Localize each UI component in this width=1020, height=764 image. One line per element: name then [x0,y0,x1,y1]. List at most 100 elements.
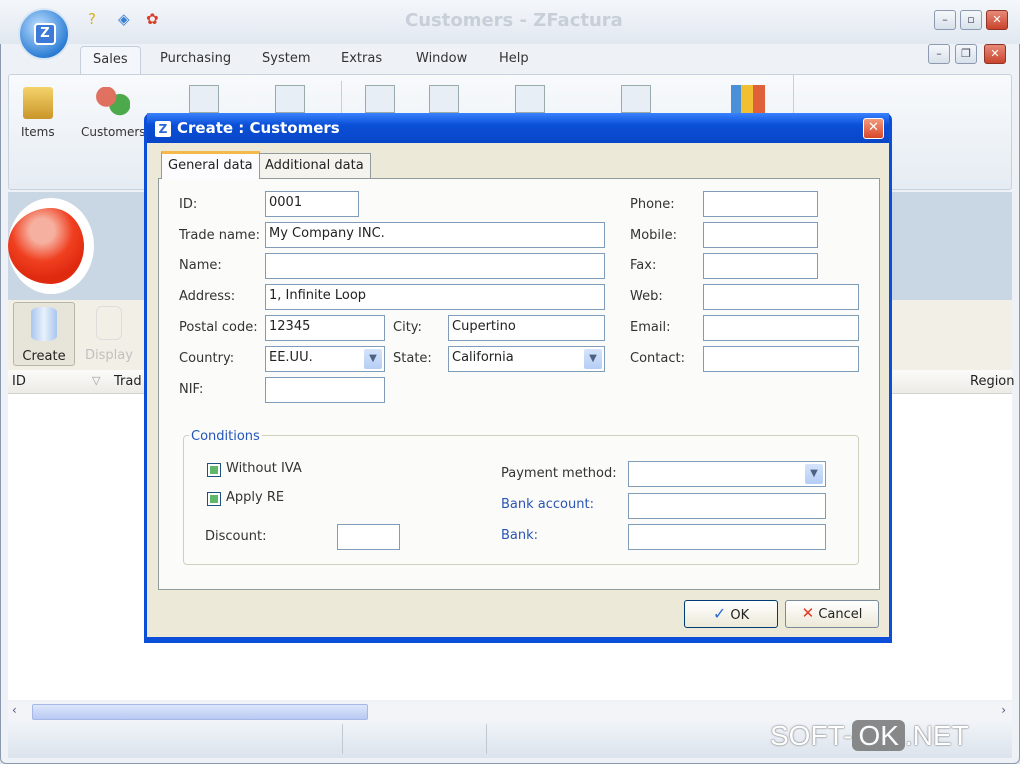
trade-name-label: Trade name: [179,228,260,243]
payment-method-label: Payment method: [501,466,617,481]
dialog-title-bar: Z Create : Customers [147,113,889,143]
help-icon[interactable]: ? [88,10,96,28]
city-input[interactable]: Cupertino [448,315,605,341]
city-label: City: [393,320,422,335]
postal-code-input[interactable]: 12345 [265,315,385,341]
column-trade-name[interactable]: Trad [114,374,142,389]
postal-code-label: Postal code: [179,320,258,335]
tab-purchasing[interactable]: Purchasing [160,46,231,74]
app-title: Customers - ZFactura [405,10,623,31]
name-label: Name: [179,258,222,273]
status-divider [486,724,487,754]
app-minimize-button[interactable]: – [934,10,956,30]
id-input[interactable]: 0001 [265,191,359,217]
document-users-icon[interactable] [429,85,459,113]
tab-extras[interactable]: Extras [341,46,382,74]
column-region[interactable]: Region [970,374,1015,389]
fax-input[interactable] [703,253,818,279]
child-minimize-button[interactable]: – [928,44,950,64]
document-icon[interactable] [365,85,395,113]
apply-re-checkbox[interactable] [207,492,221,506]
tab-help[interactable]: Help [499,46,529,74]
status-divider [342,724,343,754]
award-icon[interactable]: ✿ [146,10,159,28]
tab-window[interactable]: Window [416,46,467,74]
x-icon: ✕ [801,604,815,622]
box-icon [22,87,53,119]
state-select[interactable]: California ▼ [448,346,605,372]
sort-icon[interactable]: ▽ [92,374,100,387]
mobile-input[interactable] [703,222,818,248]
nif-label: NIF: [179,382,204,397]
app-maximize-button[interactable]: ▫ [960,10,982,30]
fax-label: Fax: [630,258,657,273]
display-icon [96,306,122,340]
chevron-down-icon[interactable]: ▼ [364,349,382,369]
bank-account-input[interactable] [628,493,826,519]
dialog-logo: Z [155,121,171,137]
web-input[interactable] [703,284,859,310]
chevron-down-icon[interactable]: ▼ [805,464,823,484]
scrollbar-thumb[interactable] [32,704,368,720]
cart-edit-icon[interactable] [515,85,545,113]
trade-name-input[interactable]: My Company INC. [265,222,605,248]
tab-system[interactable]: System [262,46,310,74]
address-input[interactable]: 1, Infinite Loop [265,284,605,310]
contact-input[interactable] [703,346,859,372]
name-input[interactable] [265,253,605,279]
phone-input[interactable] [703,191,818,217]
contact-label: Contact: [630,351,685,366]
chart-icon[interactable] [731,85,765,113]
apply-re-label: Apply RE [226,490,285,505]
country-select[interactable]: EE.UU. ▼ [265,346,385,372]
create-label: Create [22,349,66,364]
dialog-close-button[interactable]: ✕ [863,118,884,139]
email-input[interactable] [703,315,859,341]
edit-document-icon[interactable] [189,85,219,113]
watermark: SOFT- OK .NET [770,720,969,751]
add-database-icon [31,307,57,341]
address-label: Address: [179,289,236,304]
bank-label: Bank: [501,528,539,543]
ribbon-items-button[interactable]: Items [21,87,55,139]
scroll-left-icon[interactable]: ‹ [12,703,17,717]
app-logo: Z [34,23,56,45]
child-restore-button[interactable]: ❐ [955,44,977,64]
create-customer-dialog: Z Create : Customers ✕ General data Addit… [144,113,892,643]
without-iva-checkbox[interactable] [207,463,221,477]
app-close-button[interactable]: ✕ [986,10,1008,30]
general-data-page: ID: 0001 Trade name: My Company INC. Nam… [158,178,880,590]
ribbon-items-label: Items [21,125,55,139]
state-label: State: [393,351,432,366]
column-id[interactable]: ID [12,374,26,389]
payment-method-select[interactable]: ▼ [628,461,826,487]
add-table-icon[interactable] [275,85,305,113]
red-orb-graphic [8,198,94,294]
customers-icon [96,87,131,119]
discount-label: Discount: [205,529,267,544]
ribbon-customers-label: Customers [81,125,146,139]
create-button[interactable]: Create [13,302,75,366]
nif-input[interactable] [265,377,385,403]
navigate-icon[interactable]: ◈ [118,10,130,28]
ribbon-customers-button[interactable]: Customers [81,87,146,139]
bank-input[interactable] [628,524,826,550]
tab-general-data[interactable]: General data [161,151,260,179]
country-label: Country: [179,351,235,366]
conditions-title: Conditions [189,429,262,444]
cart-add-remove-icon[interactable] [621,85,651,113]
tab-additional-data[interactable]: Additional data [258,153,371,178]
tab-sales[interactable]: Sales [80,46,141,74]
check-icon: ✓ [712,604,727,623]
cancel-button[interactable]: ✕ Cancel [785,600,879,628]
discount-input[interactable] [337,524,400,550]
chevron-down-icon[interactable]: ▼ [584,349,602,369]
mobile-label: Mobile: [630,228,678,243]
display-button[interactable]: Display [84,306,134,363]
scroll-right-icon[interactable]: › [1001,703,1006,717]
app-menu-button[interactable]: Z [18,8,70,60]
ok-button[interactable]: ✓ OK [684,600,778,628]
phone-label: Phone: [630,197,675,212]
dialog-title: Create : Customers [177,119,340,137]
child-close-button[interactable]: ✕ [984,44,1006,64]
